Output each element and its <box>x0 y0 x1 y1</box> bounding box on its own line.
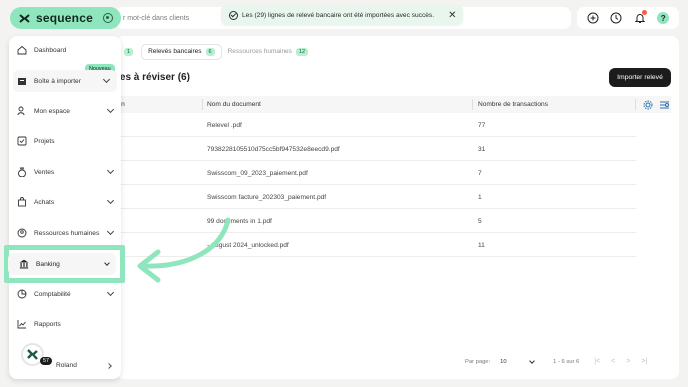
transaction-count: 1 <box>478 194 482 201</box>
add-circle-icon[interactable] <box>586 11 600 25</box>
bell-icon[interactable] <box>633 10 647 25</box>
last-page-button[interactable]: >| <box>641 358 647 365</box>
import-statement-button[interactable]: Importer relevé <box>609 68 671 87</box>
chevron-down-icon <box>106 105 115 114</box>
table-header: ion Nom du document Nombre de transactio… <box>116 96 671 113</box>
check-circle-icon <box>229 10 238 20</box>
tabs: 1 Relevés bancaires 6 Ressources humaine… <box>116 43 314 60</box>
main-panel: 1 Relevés bancaires 6 Ressources humaine… <box>116 36 679 379</box>
user-edit-icon <box>17 106 27 116</box>
per-page-select[interactable]: 10 <box>500 357 535 365</box>
sidebar-item-banking[interactable]: Banking <box>8 253 116 275</box>
first-page-button[interactable]: |< <box>594 358 600 365</box>
document-name[interactable]: Swisscom facture_202303_paiement.pdf <box>207 194 326 201</box>
chevron-down-icon <box>106 196 115 205</box>
page-range: 1 - 6 sur 6 <box>553 358 580 365</box>
settings-icon[interactable] <box>643 100 653 112</box>
checkbox-icon <box>17 136 27 146</box>
sidebar-item-mon-espace[interactable]: Mon espace <box>9 100 121 122</box>
document-name[interactable]: 7938228105510d75cc5bf947532e8eecd9.pdf <box>207 146 340 153</box>
people-icon <box>17 228 27 238</box>
table-row[interactable]: Swisscom facture_202303_paiement.pdf 1 <box>116 185 636 209</box>
brand-logo[interactable]: sequence <box>10 7 121 29</box>
table-row[interactable]: Relevel .pdf 77 <box>116 113 636 137</box>
notification-dot <box>641 10 647 15</box>
transaction-count: 5 <box>478 218 482 225</box>
document-name[interactable]: Relevel .pdf <box>207 122 242 129</box>
transaction-count: 31 <box>478 146 486 153</box>
chevron-down-icon <box>106 288 115 297</box>
toast-message: Les (29) lignes de relevé bancaire ont é… <box>242 11 435 19</box>
table-row[interactable]: 99 documents in 1.pdf 5 <box>116 209 636 233</box>
sidebar-item-ressources-humaines[interactable]: Ressources humaines <box>9 222 121 244</box>
sidebar-item-comptabilite[interactable]: Comptabilité <box>9 283 121 305</box>
document-name[interactable]: 99 documents in 1.pdf <box>207 218 272 225</box>
tab-ressources-humaines[interactable]: Ressources humaines 12 <box>222 45 314 59</box>
next-page-button[interactable]: > <box>626 358 630 365</box>
inbox-icon <box>17 76 27 86</box>
page-title: res à réviser (6) <box>116 72 190 83</box>
sidebar-item-ventes[interactable]: Ventes <box>9 161 121 183</box>
chevron-down-icon <box>106 227 115 236</box>
chevron-down-icon <box>104 260 110 266</box>
transaction-count: 11 <box>478 242 485 249</box>
money-bag-icon <box>17 167 27 177</box>
line-chart-icon <box>17 319 27 329</box>
clock-icon[interactable] <box>609 11 623 25</box>
tab-releves-bancaires[interactable]: Relevés bancaires 6 <box>141 43 222 60</box>
chevron-down-icon <box>529 357 535 364</box>
transaction-count: 7 <box>478 170 482 177</box>
document-name[interactable]: - August 2024_unlocked.pdf <box>207 242 289 249</box>
success-toast: Les (29) lignes de relevé bancaire ont é… <box>221 5 463 25</box>
sidebar-item-achats[interactable]: Achats <box>9 191 121 213</box>
transaction-count: 77 <box>478 122 486 129</box>
sidebar-item-boite-a-importer[interactable]: Boîte à importer <box>13 70 117 92</box>
filter-columns-icon[interactable] <box>659 100 670 112</box>
sidebar-item-dashboard[interactable]: Dashboard <box>9 39 121 61</box>
chevron-down-icon <box>106 166 115 175</box>
home-icon <box>17 45 27 55</box>
document-name[interactable]: Swisscom_09_2023_paiement.pdf <box>207 170 308 177</box>
user-name[interactable]: Roland <box>56 362 77 369</box>
column-header-document[interactable]: Nom du document <box>207 101 261 108</box>
sidebar-item-projets[interactable]: Projets <box>9 130 121 152</box>
close-icon[interactable]: ✕ <box>448 10 456 21</box>
sequence-logo-icon <box>19 13 30 24</box>
brand-name: sequence <box>36 11 93 25</box>
shopping-bag-icon <box>17 197 27 207</box>
chevron-down-icon <box>102 75 111 84</box>
top-actions: ? <box>577 7 679 29</box>
chart-pie-icon <box>17 289 27 299</box>
per-page-label: Par page: <box>465 358 491 365</box>
column-header-transactions[interactable]: Nombre de transactions <box>478 101 548 108</box>
bank-icon <box>19 259 29 269</box>
eye-icon[interactable] <box>103 13 113 23</box>
table-row[interactable]: Swisscom_09_2023_paiement.pdf 7 <box>116 161 636 185</box>
prev-page-button[interactable]: < <box>611 358 615 365</box>
avatar-count-badge: 57 <box>40 357 52 365</box>
pagination: Par page: 10 1 - 6 sur 6 |< < > >| <box>465 357 647 365</box>
sidebar-item-rapports[interactable]: Rapports <box>9 313 121 335</box>
sidebar: Dashboard Nouveau Boîte à importer Mon e… <box>9 36 121 379</box>
table-row[interactable]: - August 2024_unlocked.pdf 11 <box>116 233 636 257</box>
search-input[interactable]: r mot-clé dans clients <box>123 15 189 22</box>
table-row[interactable]: 7938228105510d75cc5bf947532e8eecd9.pdf 3… <box>116 137 636 161</box>
help-icon[interactable]: ? <box>656 11 670 25</box>
